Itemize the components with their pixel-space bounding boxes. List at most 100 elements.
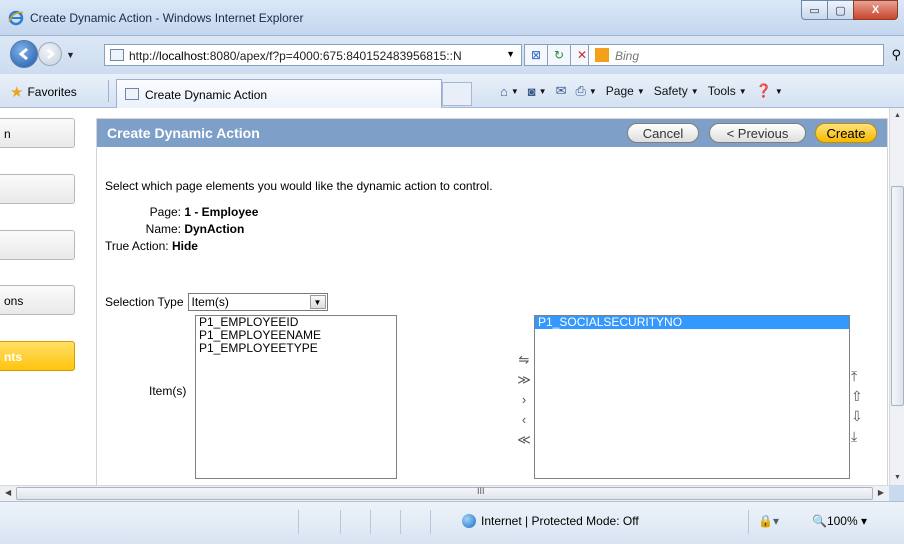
ie-logo-icon (8, 10, 24, 26)
true-action-info: True Action: Hide (105, 239, 198, 253)
refresh-icon[interactable]: ↻ (547, 44, 571, 66)
move-top-icon[interactable]: ⤒ (851, 367, 863, 385)
favorites-button[interactable]: ★ Favorites (10, 83, 77, 101)
name-info: Name: DynAction (105, 222, 245, 236)
horizontal-scroll-thumb[interactable] (16, 487, 873, 500)
window-title: Create Dynamic Action - Windows Internet… (30, 11, 304, 25)
available-items-list[interactable]: P1_EMPLOYEEID P1_EMPLOYEENAME P1_EMPLOYE… (195, 315, 397, 479)
horizontal-scrollbar[interactable]: ◀ III ▶ (0, 485, 889, 501)
search-icon[interactable]: ⚲ (891, 47, 901, 63)
page-value: 1 - Employee (184, 205, 259, 219)
scroll-up-icon[interactable]: ▲ (894, 112, 901, 119)
help-button[interactable]: ❓ ▼ (756, 83, 783, 99)
selected-items-list[interactable]: P1_SOCIALSECURITYNO (534, 315, 850, 479)
scroll-left-icon[interactable]: ◀ (5, 488, 11, 497)
status-bar: Internet | Protected Mode: Off 🔒▾ 🔍100% … (0, 501, 904, 544)
zoom-level[interactable]: 🔍100% ▾ (812, 514, 867, 528)
print-icon: ⎙ (575, 83, 586, 98)
selection-type-row: Selection Type Item(s) ▼ (105, 293, 328, 311)
back-button[interactable] (10, 40, 38, 68)
page-menu-label: Page (605, 84, 634, 98)
protected-mode-icon[interactable]: 🔒▾ (758, 514, 779, 528)
tools-menu[interactable]: Tools ▼ (708, 84, 747, 98)
tools-menu-label: Tools (707, 84, 736, 98)
vertical-scroll-thumb[interactable] (891, 186, 904, 406)
safety-menu-label: Safety (653, 84, 688, 98)
compatibility-view-icon[interactable]: ⊠ (524, 44, 548, 66)
status-divider (340, 510, 341, 534)
address-bar[interactable]: http://localhost:8080/apex/f?p=4000:675:… (104, 44, 522, 66)
status-divider (400, 510, 401, 534)
bing-logo-icon (595, 48, 609, 62)
home-icon: ⌂ (500, 83, 508, 99)
chevron-down-icon[interactable]: ▼ (309, 295, 326, 309)
window-titlebar: Create Dynamic Action - Windows Internet… (0, 0, 904, 36)
wizard-step-3[interactable] (0, 230, 75, 260)
wizard-step-5-active[interactable]: nts (0, 341, 75, 371)
move-up-icon[interactable]: ⇧ (851, 387, 863, 405)
security-zone[interactable]: Internet | Protected Mode: Off (462, 514, 639, 528)
true-action-value: Hide (171, 239, 198, 253)
maximize-button[interactable]: ▢ (827, 0, 854, 20)
page-menu[interactable]: Page ▼ (606, 84, 645, 98)
page-icon (125, 88, 139, 100)
vertical-scrollbar[interactable]: ▲ ▼ (889, 108, 904, 485)
command-bar: ⌂ ▼ ◙ ▼ ✉ ⎙ ▼ Page ▼ Safety ▼ Tools ▼ ❓ ▼ (500, 83, 792, 99)
instruction-text: Select which page elements you would lik… (105, 179, 493, 193)
search-box[interactable]: Bing ⚲ (588, 44, 901, 66)
page-icon (110, 49, 124, 61)
list-item-selected[interactable]: P1_SOCIALSECURITYNO (535, 316, 849, 329)
search-placeholder: Bing (615, 49, 640, 63)
cancel-button[interactable]: Cancel (627, 123, 699, 143)
feeds-button[interactable]: ◙ ▼ (528, 84, 547, 99)
wizard-step-2[interactable] (0, 174, 75, 204)
region-header: Create Dynamic Action Cancel < Previous … (97, 119, 887, 147)
remove-icon[interactable]: ‹ (522, 412, 526, 428)
create-button[interactable]: Create (815, 123, 877, 143)
tab-create-dynamic-action[interactable]: Create Dynamic Action (116, 79, 442, 108)
minimize-button[interactable]: ▭ (801, 0, 828, 20)
page-label: Page: (149, 205, 181, 219)
safety-menu[interactable]: Safety ▼ (654, 84, 699, 98)
scroll-down-icon[interactable]: ▼ (894, 474, 901, 481)
home-button[interactable]: ⌂ ▼ (500, 84, 519, 99)
favorites-label: Favorites (27, 85, 77, 99)
url-text[interactable]: http://localhost:8080/apex/f?p=4000:675:… (129, 49, 479, 63)
history-dropdown-icon[interactable]: ▼ (66, 50, 75, 60)
items-label: Item(s) (149, 384, 187, 398)
print-button[interactable]: ⎙ ▼ (575, 83, 596, 99)
selection-type-label: Selection Type (105, 295, 184, 309)
name-label: Name: (145, 222, 181, 236)
move-bottom-icon[interactable]: ⤓ (851, 427, 863, 445)
wizard-step-4[interactable]: ons (0, 285, 75, 315)
status-divider (370, 510, 371, 534)
list-item[interactable]: P1_EMPLOYEETYPE (196, 342, 396, 355)
zoom-value: 100% (826, 514, 858, 528)
sort-controls: ⤒ ⇧ ⇩ ⤓ (851, 367, 863, 445)
scroll-right-icon[interactable]: ▶ (878, 488, 884, 497)
back-arrow-icon (18, 47, 28, 61)
forward-button[interactable] (38, 42, 62, 66)
region-title: Create Dynamic Action (107, 125, 260, 141)
forward-arrow-icon (47, 49, 56, 59)
move-all-icon[interactable]: ≫ (517, 372, 531, 388)
close-button[interactable]: X (853, 0, 898, 20)
scroll-grip: III (477, 486, 485, 496)
reset-icon[interactable]: ⇋ (519, 352, 530, 368)
mail-button[interactable]: ✉ (556, 83, 567, 99)
address-dropdown-icon[interactable]: ▼ (506, 49, 515, 59)
page-info: Page: 1 - Employee (105, 205, 259, 219)
move-icon[interactable]: › (522, 392, 526, 408)
name-value: DynAction (184, 222, 245, 236)
wizard-step-1[interactable]: n (0, 118, 75, 148)
page-content: n ons nts Create Dynamic Action Cancel <… (0, 108, 889, 485)
selection-type-select[interactable]: Item(s) ▼ (187, 293, 328, 311)
new-tab-button[interactable] (442, 82, 472, 106)
separator (108, 80, 109, 102)
remove-all-icon[interactable]: ≪ (517, 432, 531, 448)
status-divider (430, 510, 431, 534)
previous-button[interactable]: < Previous (709, 123, 806, 143)
globe-icon (462, 514, 476, 528)
shuttle-controls: ⇋ ≫ › ‹ ≪ (514, 352, 534, 448)
move-down-icon[interactable]: ⇩ (851, 407, 863, 425)
